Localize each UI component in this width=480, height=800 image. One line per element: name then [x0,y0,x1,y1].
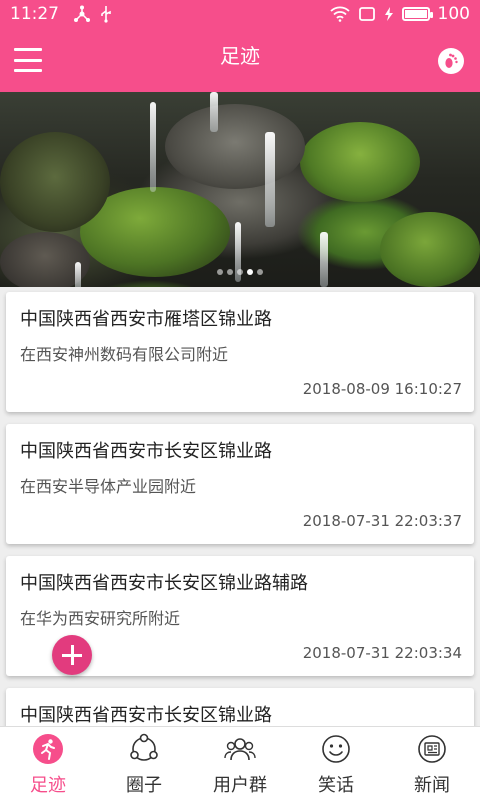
circle-people-icon [130,733,158,761]
status-time: 11:27 [10,4,59,24]
list-item[interactable]: 中国陕西省西安市雁塔区锦业路 在西安神州数码有限公司附近 2018-08-09 … [6,292,474,412]
tab-jokes[interactable]: 笑话 [288,727,384,800]
wifi-icon [329,6,350,22]
charging-icon [384,7,393,21]
record-nearby: 在西安半导体产业园附近 [20,477,197,496]
record-nearby: 在华为西安研究所附近 [20,609,181,628]
usb-icon [101,6,111,23]
record-time: 2018-07-31 22:03:37 [302,512,462,530]
status-bar: 11:27 100 [0,0,480,28]
tab-label: 用户群 [213,775,267,796]
share-icon [74,5,90,22]
tab-label: 足迹 [30,775,66,796]
carousel-indicator [0,269,480,275]
footprint-run-icon [33,734,63,764]
tab-label: 新闻 [414,775,450,796]
record-address: 中国陕西省西安市长安区锦业路辅路 [20,573,308,594]
app-bar: 足迹 [0,28,480,92]
tab-circle[interactable]: 圈子 [96,727,192,800]
record-time: 2018-08-09 16:10:27 [302,380,462,398]
battery-percent: 100 [437,4,470,24]
tab-label: 笑话 [318,775,354,796]
battery-icon [401,7,433,21]
record-address: 中国陕西省西安市雁塔区锦业路 [20,309,272,330]
bottom-tab-bar: 足迹 圈子 用户群 笑话 新闻 [0,726,480,800]
record-nearby: 在西安神州数码有限公司附近 [20,345,229,364]
tab-label: 圈子 [126,775,162,796]
add-button[interactable] [52,635,92,675]
carousel-dot[interactable] [237,269,243,275]
page-title: 足迹 [220,44,260,68]
carousel-dot[interactable] [247,269,253,275]
footprint-icon[interactable] [438,48,464,74]
tab-footprint[interactable]: 足迹 [0,727,96,800]
list-item[interactable]: 中国陕西省西安市长安区锦业路 在西安半导体产业园附近 2018-07-31 22… [6,424,474,544]
carousel-dot[interactable] [227,269,233,275]
banner-carousel[interactable] [0,92,480,287]
carousel-dot[interactable] [257,269,263,275]
sim-icon [358,7,375,21]
record-time: 2018-07-31 22:03:34 [302,644,462,662]
tab-news[interactable]: 新闻 [384,727,480,800]
smile-icon [322,735,350,763]
user-group-icon [224,738,256,761]
news-icon [418,735,446,763]
record-address: 中国陕西省西安市长安区锦业路 [20,441,272,462]
carousel-dot[interactable] [217,269,223,275]
tab-user-group[interactable]: 用户群 [192,727,288,800]
footprint-list: 中国陕西省西安市雁塔区锦业路 在西安神州数码有限公司附近 2018-08-09 … [6,292,474,800]
